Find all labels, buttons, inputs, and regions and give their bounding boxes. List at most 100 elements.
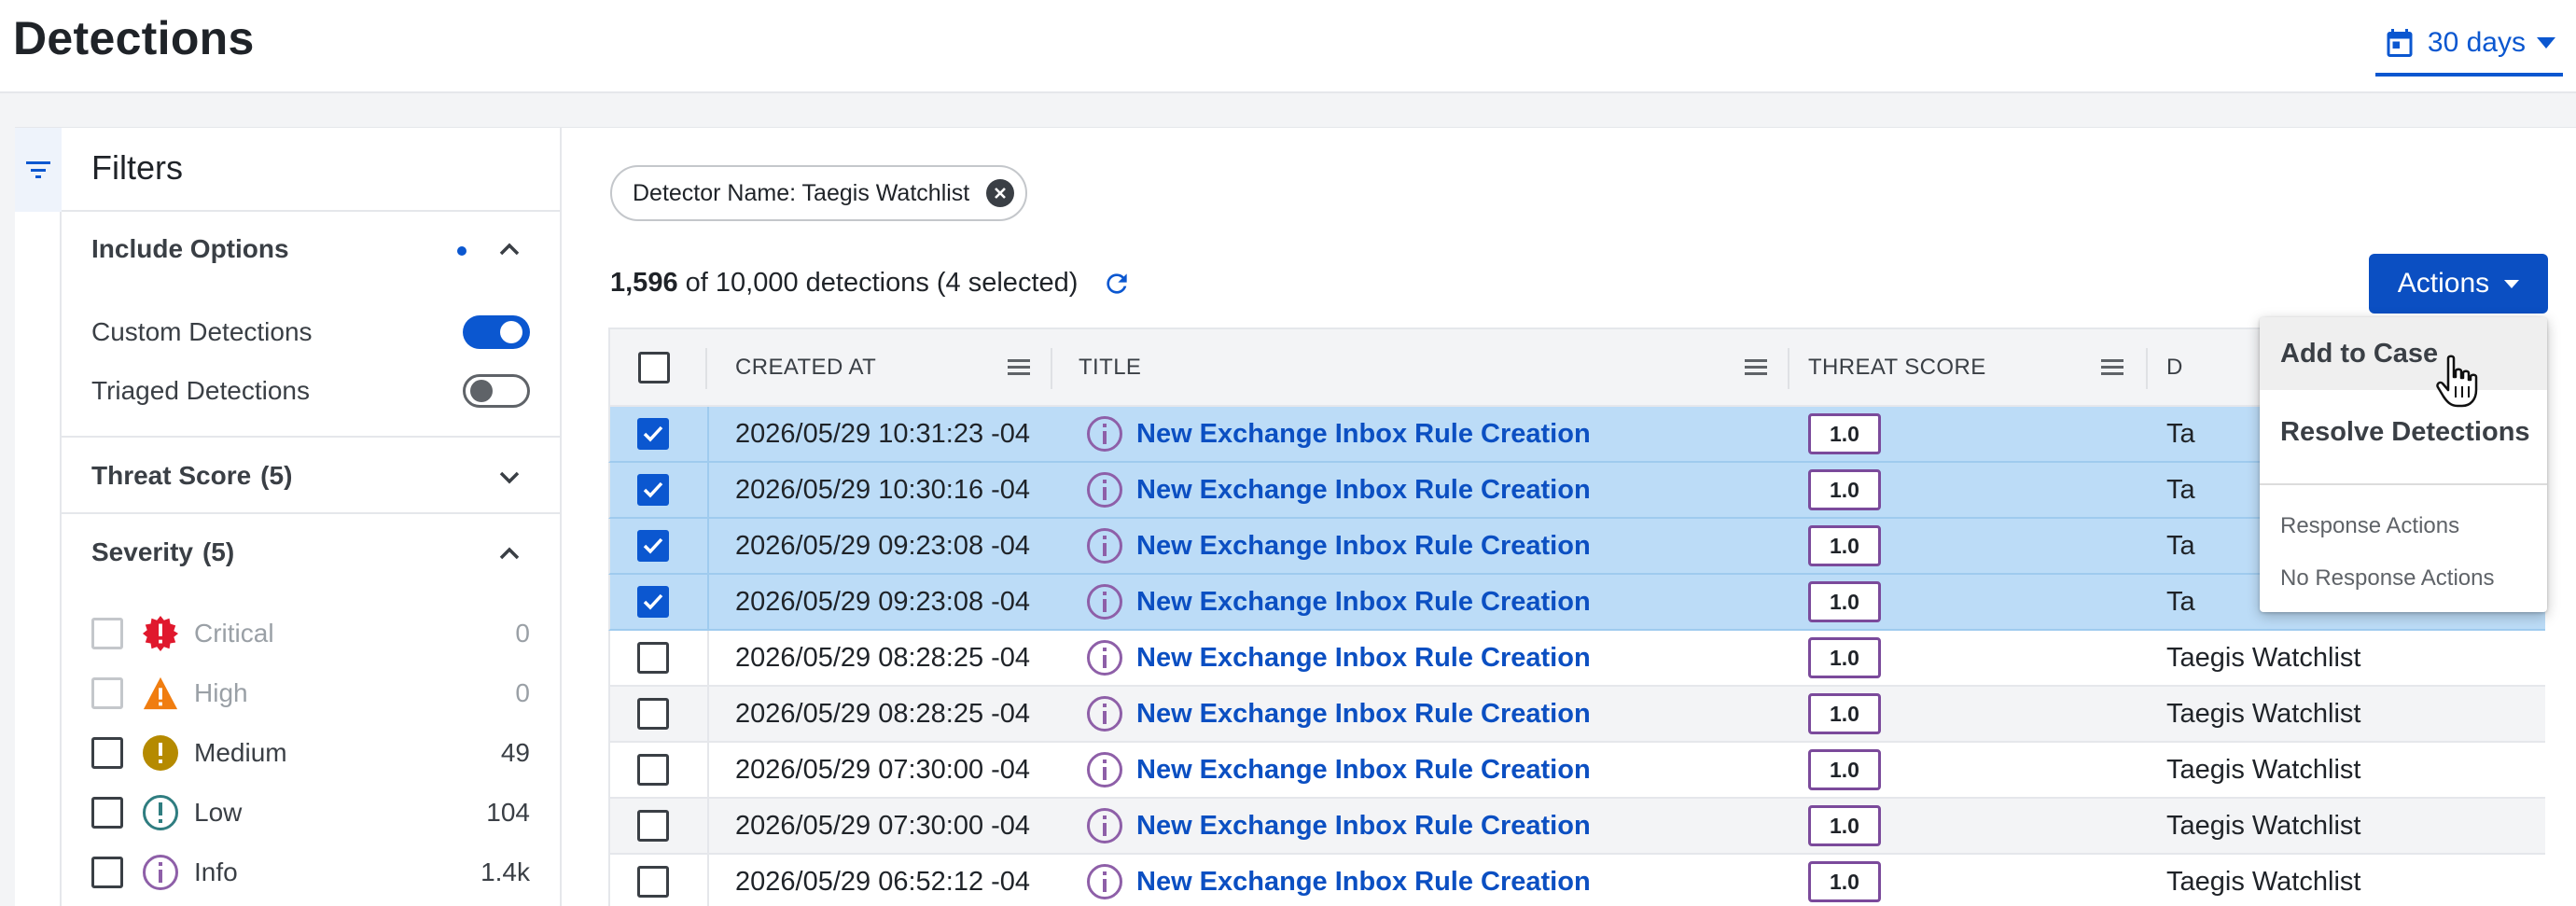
detection-title-link[interactable]: New Exchange Inbox Rule Creation xyxy=(1136,755,1591,786)
calendar-icon xyxy=(2387,29,2413,57)
table-row[interactable]: 2026/05/29 06:52:12 -04 New Exchange Inb… xyxy=(608,855,2545,906)
detection-title-link[interactable]: New Exchange Inbox Rule Creation xyxy=(1136,475,1591,506)
detection-title-link[interactable]: New Exchange Inbox Rule Creation xyxy=(1136,699,1591,730)
table-row[interactable]: 2026/05/29 07:30:00 -04 New Exchange Inb… xyxy=(608,799,2545,855)
option-custom-detections: Custom Detections xyxy=(91,311,530,354)
severity-high: High 0 xyxy=(91,670,530,717)
menu-item-no-response-actions[interactable]: No Response Actions xyxy=(2260,552,2547,605)
chevron-up-icon[interactable] xyxy=(496,236,522,262)
date-range-selector[interactable]: 30 days xyxy=(2374,13,2563,77)
actions-button[interactable]: Actions xyxy=(2369,254,2548,314)
chevron-up-icon[interactable] xyxy=(496,540,522,566)
column-menu-icon[interactable] xyxy=(1008,357,1030,376)
severity-label: Low xyxy=(194,798,243,827)
threat-score-badge: 1.0 xyxy=(1808,861,1881,902)
triaged-detections-toggle[interactable] xyxy=(463,374,530,408)
severity-label: Critical xyxy=(194,619,274,648)
created-at-cell: 2026/05/29 10:31:23 -04 xyxy=(735,418,1031,449)
critical-icon xyxy=(142,615,179,652)
info-icon xyxy=(1086,415,1123,453)
menu-item-resolve-detections[interactable]: Resolve Detections xyxy=(2260,396,2547,468)
table-row[interactable]: 2026/05/29 08:28:25 -04 New Exchange Inb… xyxy=(608,687,2545,743)
row-checkbox[interactable] xyxy=(637,418,669,450)
table-row[interactable]: 2026/05/29 07:30:00 -04 New Exchange Inb… xyxy=(608,743,2545,799)
table-row[interactable]: 2026/05/29 08:28:25 -04 New Exchange Inb… xyxy=(608,631,2545,687)
info-icon xyxy=(1086,583,1123,620)
menu-item-add-to-case[interactable]: Add to Case xyxy=(2260,317,2547,390)
select-all-checkbox[interactable] xyxy=(638,351,670,383)
checkbox[interactable] xyxy=(91,618,123,649)
checkbox[interactable] xyxy=(91,737,123,769)
custom-detections-toggle[interactable] xyxy=(463,315,530,349)
created-at-cell: 2026/05/29 08:28:25 -04 xyxy=(735,698,1031,729)
detector-cell: Taegis Watchlist xyxy=(2166,754,2361,785)
row-checkbox[interactable] xyxy=(637,474,669,506)
detection-title-link[interactable]: New Exchange Inbox Rule Creation xyxy=(1136,867,1591,898)
section-label: Severity xyxy=(91,537,193,566)
row-checkbox[interactable] xyxy=(637,866,669,898)
row-checkbox[interactable] xyxy=(637,642,669,674)
high-icon xyxy=(142,675,179,712)
detection-title-link[interactable]: New Exchange Inbox Rule Creation xyxy=(1136,811,1591,842)
column-detector[interactable]: D xyxy=(2166,329,2183,405)
summary-text: of 10,000 detections (4 selected) xyxy=(685,268,1079,298)
caret-down-icon xyxy=(2504,279,2520,288)
row-checkbox[interactable] xyxy=(637,530,669,562)
info-icon xyxy=(1086,639,1123,676)
detection-title-link[interactable]: New Exchange Inbox Rule Creation xyxy=(1136,643,1591,674)
column-menu-icon[interactable] xyxy=(2101,357,2123,376)
filter-toggle-button[interactable] xyxy=(15,128,62,212)
row-checkbox[interactable] xyxy=(637,586,669,618)
severity-count: 0 xyxy=(515,678,530,707)
checkbox[interactable] xyxy=(91,677,123,709)
row-checkbox[interactable] xyxy=(637,698,669,730)
info-icon xyxy=(1086,527,1123,565)
detector-cell: Taegis Watchlist xyxy=(2166,642,2361,673)
table-header: CREATED AT TITLE THREAT SCORE D xyxy=(608,328,2545,407)
include-options-title[interactable]: Include Options xyxy=(91,234,289,264)
detector-cell: Ta xyxy=(2166,586,2195,617)
info-icon xyxy=(1086,807,1123,844)
menu-item-response-actions[interactable]: Response Actions xyxy=(2260,500,2547,552)
section-label: Threat Score xyxy=(91,461,252,490)
content-panel: Filters Include Options Custom Detection… xyxy=(15,127,2576,906)
close-icon[interactable] xyxy=(986,179,1015,207)
detection-title-link[interactable]: New Exchange Inbox Rule Creation xyxy=(1136,531,1591,562)
table-row[interactable]: 2026/05/29 10:31:23 -04 New Exchange Inb… xyxy=(608,407,2545,463)
refresh-icon[interactable] xyxy=(1102,269,1132,299)
detection-title-link[interactable]: New Exchange Inbox Rule Creation xyxy=(1136,587,1591,618)
column-created-at[interactable]: CREATED AT xyxy=(735,329,876,405)
severity-filter-title[interactable]: Severity (5) xyxy=(91,537,234,567)
column-threat-score[interactable]: THREAT SCORE xyxy=(1808,329,1986,405)
table-row[interactable]: 2026/05/29 09:23:08 -04 New Exchange Inb… xyxy=(608,575,2545,631)
divider xyxy=(62,436,560,438)
option-label: Custom Detections xyxy=(91,317,313,346)
detector-cell: Taegis Watchlist xyxy=(2166,810,2361,841)
shown-count: 1,596 xyxy=(610,268,678,298)
row-checkbox[interactable] xyxy=(637,754,669,786)
severity-info: Info 1.4k xyxy=(91,849,530,896)
info-icon xyxy=(1086,471,1123,509)
section-count: (5) xyxy=(202,537,235,566)
checkbox[interactable] xyxy=(91,797,123,829)
chevron-down-icon[interactable] xyxy=(496,464,522,490)
threat-score-filter-title[interactable]: Threat Score (5) xyxy=(91,461,292,491)
table-row[interactable]: 2026/05/29 09:23:08 -04 New Exchange Inb… xyxy=(608,519,2545,575)
created-at-cell: 2026/05/29 09:23:08 -04 xyxy=(735,586,1031,617)
filter-chip[interactable]: Detector Name: Taegis Watchlist xyxy=(610,165,1028,221)
option-triaged-detections: Triaged Detections xyxy=(91,369,530,412)
menu-divider xyxy=(2260,483,2547,485)
divider xyxy=(62,210,560,212)
table-row[interactable]: 2026/05/29 10:30:16 -04 New Exchange Inb… xyxy=(608,463,2545,519)
row-checkbox[interactable] xyxy=(637,810,669,842)
column-menu-icon[interactable] xyxy=(1745,357,1767,376)
detections-table: CREATED AT TITLE THREAT SCORE D 2026/05/… xyxy=(608,328,2545,906)
checkbox[interactable] xyxy=(91,857,123,888)
severity-count: 1.4k xyxy=(480,857,530,886)
table-body: 2026/05/29 10:31:23 -04 New Exchange Inb… xyxy=(608,407,2545,906)
hand-cursor-icon xyxy=(2436,355,2478,408)
medium-icon xyxy=(142,734,179,772)
column-title[interactable]: TITLE xyxy=(1079,329,1141,405)
created-at-cell: 2026/05/29 06:52:12 -04 xyxy=(735,866,1031,897)
detection-title-link[interactable]: New Exchange Inbox Rule Creation xyxy=(1136,419,1591,450)
